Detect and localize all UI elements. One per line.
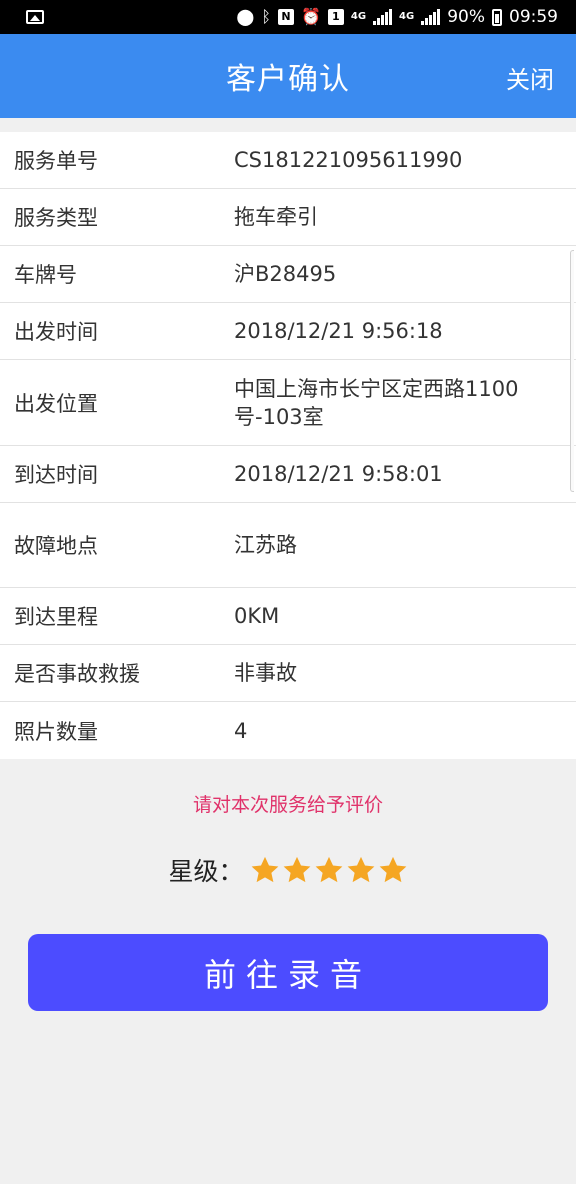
close-button[interactable]: 关闭 [506,60,554,95]
nfc-icon: N [277,9,294,25]
info-label: 故障地点 [14,534,98,558]
info-list: 服务单号 CS181221095611990 服务类型 拖车牵引 车牌号 沪B2… [0,132,576,759]
info-row-fault-location: 故障地点 江苏路 [0,503,576,588]
info-row-departure-location: 出发位置 中国上海市长宁区定西路1100号-103室 [0,360,576,446]
info-value: 2018/12/21 9:56:18 [234,319,443,343]
signal-icon [373,9,393,25]
info-row-accident-rescue: 是否事故救援 非事故 [0,645,576,702]
star-icon[interactable] [282,855,312,885]
status-time: 09:59 [509,7,558,27]
alarm-icon: ⏰ [300,7,321,26]
go-record-button[interactable]: 前往录音 [28,934,548,1011]
battery-percent: 90% [447,7,485,27]
info-label: 照片数量 [14,719,98,744]
info-label: 到达时间 [14,463,98,487]
info-value: 中国上海市长宁区定西路1100号-103室 [234,376,519,429]
info-label: 出发位置 [14,391,98,416]
battery-icon [492,8,502,26]
info-value: 非事故 [234,661,297,685]
info-value: 拖车牵引 [234,205,318,229]
star-icon[interactable] [378,855,408,885]
info-value: CS181221095611990 [234,148,463,172]
status-bar: ⬤ ᛒ N ⏰ 1 4G 4G 90% 09:59 [0,0,576,34]
rating-label: 星级： [168,857,244,886]
info-value: 江苏路 [234,533,297,557]
info-label: 车牌号 [14,263,77,287]
info-value: 4 [234,718,248,743]
star-rating[interactable] [250,855,408,885]
sim-icon: 1 [327,9,344,25]
network-type-b: 4G [399,11,415,22]
info-row-service-number: 服务单号 CS181221095611990 [0,132,576,189]
network-type-a: 4G [350,11,367,22]
info-value: 0KM [234,604,280,628]
info-row-plate-number: 车牌号 沪B28495 [0,246,576,303]
star-icon[interactable] [314,855,344,885]
info-label: 服务单号 [14,149,98,173]
rating-row: 星级： [0,852,576,888]
page-title: 客户确认 [226,62,350,97]
info-label: 到达里程 [14,605,98,629]
signal-icon-2 [421,9,441,25]
star-icon[interactable] [250,855,280,885]
app-header: 客户确认 关闭 [0,34,576,118]
info-row-arrival-time: 到达时间 2018/12/21 9:58:01 [0,446,576,503]
gallery-icon [26,10,44,24]
info-label: 是否事故救援 [14,662,140,686]
info-row-photo-count: 照片数量 4 [0,702,576,759]
info-row-departure-time: 出发时间 2018/12/21 9:56:18 [0,303,576,360]
info-label: 出发时间 [14,320,98,344]
rating-prompt: 请对本次服务给予评价 [192,794,383,816]
info-row-service-type: 服务类型 拖车牵引 [0,189,576,246]
bluetooth-icon: ᛒ [261,7,271,26]
star-icon[interactable] [346,855,376,885]
info-label: 服务类型 [14,206,98,230]
location-icon: ⬤ [236,7,255,26]
info-value: 沪B28495 [234,262,337,286]
scroll-indicator[interactable] [570,250,574,492]
info-value: 2018/12/21 9:58:01 [234,462,443,486]
info-row-arrival-mileage: 到达里程 0KM [0,588,576,645]
